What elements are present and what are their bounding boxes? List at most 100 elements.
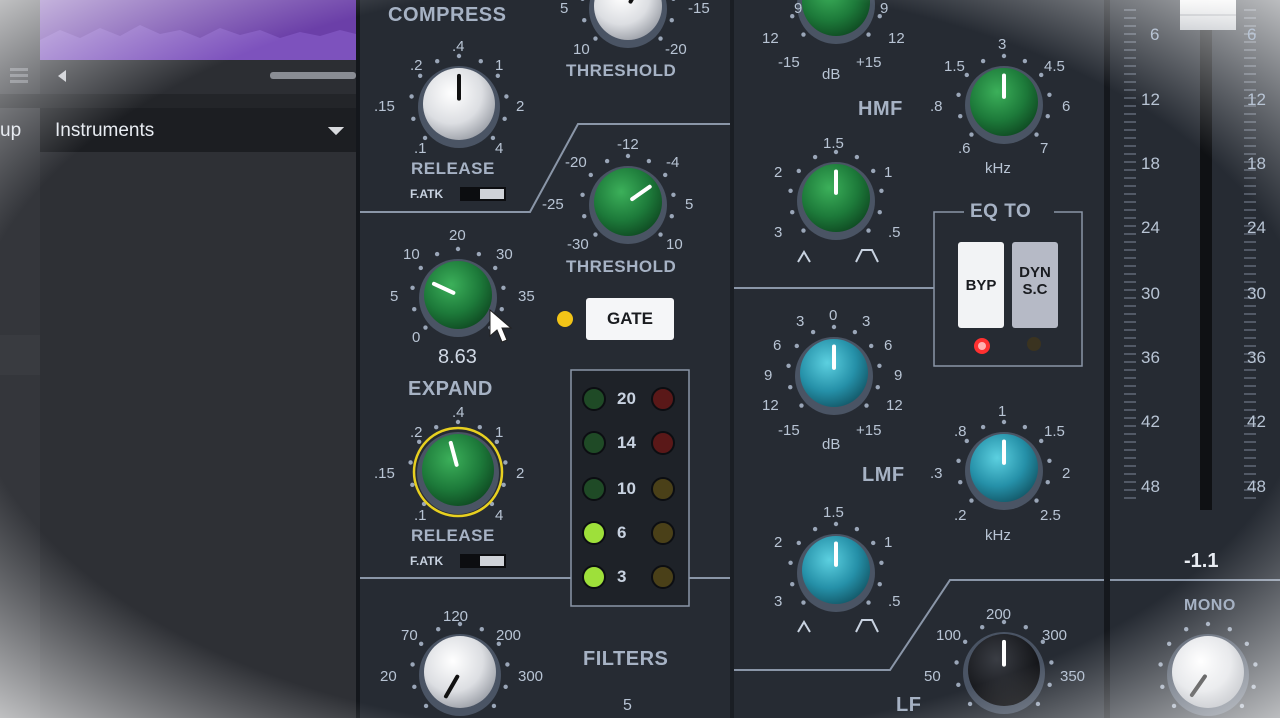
compress-title: COMPRESS [388,4,507,26]
fader-scale-right-3: 24 [1247,218,1266,237]
fader-scale-left-5: 36 [1141,348,1160,367]
eq-to-title: EQ TO [970,201,1032,222]
lmf-freq-tick-6: 2.5 [1040,507,1061,524]
compress-threshold-tick-3: -20 [665,41,687,58]
gate-threshold-tick-2: -4 [666,154,680,171]
fader-scale-left-0: 6 [1150,25,1160,44]
compress-release-tick-0: .4 [452,38,465,55]
lmf-gain-tick-1: 3 [796,313,805,330]
gate-threshold-tick-3: -25 [542,196,564,213]
gate-led [557,311,573,327]
menu-icon[interactable] [6,64,32,88]
channel-fader-cap[interactable] [1180,0,1236,30]
expand-fatk-label: F.ATK [410,554,444,568]
instruments-dropdown[interactable]: Instruments [40,108,356,152]
hmf-title: HMF [858,98,903,120]
hmf-q-tick-2: 1 [884,164,893,181]
fader-scale-left-2: 18 [1141,154,1160,173]
gate-threshold-tick-4: 5 [685,196,694,213]
hmf-q-tick-1: 2 [774,164,783,181]
fader-track[interactable] [1200,30,1212,510]
hmf-freq-tick-0: 3 [998,36,1007,53]
hmf-freq-tick-6: 7 [1040,140,1049,157]
gate-button[interactable]: GATE [586,298,674,340]
expand-range-tick-3: 5 [390,288,399,305]
hpf-tick-2: 200 [496,627,522,644]
meter-label-6: 6 [617,523,627,542]
compress-threshold-tick-1: -15 [688,0,710,17]
lmf-q-tick-0: 1.5 [823,504,844,521]
dyn-sc-line1: DYN [1019,264,1051,281]
lmf-gain-tick-10: dB [822,436,841,453]
meter-led-amber-20 [651,387,675,411]
expand-range-tick-2: 30 [496,246,513,263]
compress-threshold-tick-0: 5 [560,0,569,17]
compress-fatk-switch[interactable] [460,187,506,201]
meter-led-amber-3 [651,565,675,589]
scroll-left-arrow-icon[interactable] [52,66,72,86]
gate-threshold-tick-0: -12 [617,136,639,153]
meter-led-amber-6 [651,521,675,545]
gate-threshold-label: THRESHOLD [566,257,677,276]
meter-led-green-14 [582,431,606,455]
dyn-sc-button[interactable]: DYN S.C [1012,242,1058,328]
meter-led-amber-14 [651,431,675,455]
fader-scale-right-6: 42 [1247,412,1266,431]
compress-release-tick-3: .15 [374,98,395,115]
compress-threshold-label: THRESHOLD [566,61,677,80]
hmf-freq-tick-3: .8 [930,98,943,115]
expand-range-tick-5: 0 [412,329,421,346]
lf-freq-tick-0: 200 [986,606,1012,623]
filters-title: FILTERS [583,648,669,670]
lf-freq-tick-2: 300 [1042,627,1068,644]
lmf-gain-tick-0: 0 [829,307,838,324]
meter-led-amber-10 [651,477,675,501]
lmf-gain-tick-5: 9 [764,367,773,384]
meter-led-green-3 [582,565,606,589]
gate-threshold-tick-6: 10 [666,236,683,253]
byp-button[interactable]: BYP [958,242,1004,328]
gate-threshold-tick-1: -20 [565,154,587,171]
lmf-freq-tick-5: .2 [954,507,967,524]
lmf-gain-tick-8: 12 [886,397,903,414]
fader-scale-left-7: 48 [1141,477,1160,496]
fader-scale-left-6: 42 [1141,412,1160,431]
top-gain-tick-6: +15 [856,54,882,71]
compress-release-label: RELEASE [411,159,495,178]
expand-release-label: RELEASE [411,526,495,545]
hmf-q-tick-4: .5 [888,224,901,241]
dyn-sc-led [1027,337,1041,351]
lmf-q-tick-3: 3 [774,593,783,610]
lmf-q-tick-2: 1 [884,534,893,551]
meter-led-green-20 [582,387,606,411]
hmf-q-tick-3: 3 [774,224,783,241]
compress-release-tick-6: 4 [495,140,504,157]
lf-title: LF [896,694,922,716]
expand-range-tick-1: 10 [403,246,420,263]
byp-led [974,338,990,354]
hpf-tick-1: 70 [401,627,418,644]
fader-scale-right-7: 48 [1247,477,1266,496]
expand-fatk-switch[interactable] [460,554,506,568]
lmf-title: LMF [862,464,905,486]
top-gain-tick-0: 9 [794,0,803,17]
lmf-gain-tick-4: 6 [884,337,893,354]
horizontal-scrollbar[interactable] [270,70,356,80]
meter-label-10: 10 [617,479,636,498]
meter-label-14: 14 [617,433,636,452]
lmf-freq-tick-1: .8 [954,423,967,440]
expand-release-tick-3: .15 [374,465,395,482]
dyn-sc-line2: S.C [1022,281,1048,298]
top-gain-tick-5: dB [822,66,841,83]
lf-freq-tick-1: 100 [936,627,962,644]
compress-release-tick-4: 2 [516,98,525,115]
top-gain-tick-1: 9 [880,0,889,17]
lmf-gain-tick-3: 6 [773,337,782,354]
fader-scale-right-5: 36 [1247,348,1266,367]
lmf-gain-tick-11: +15 [856,422,882,439]
expand-release-tick-2: 1 [495,424,504,441]
top-gain-tick-4: -15 [778,54,800,71]
fader-scale-left-4: 30 [1141,284,1160,303]
meter-led-green-6 [582,521,606,545]
expand-release-tick-4: 2 [516,465,525,482]
